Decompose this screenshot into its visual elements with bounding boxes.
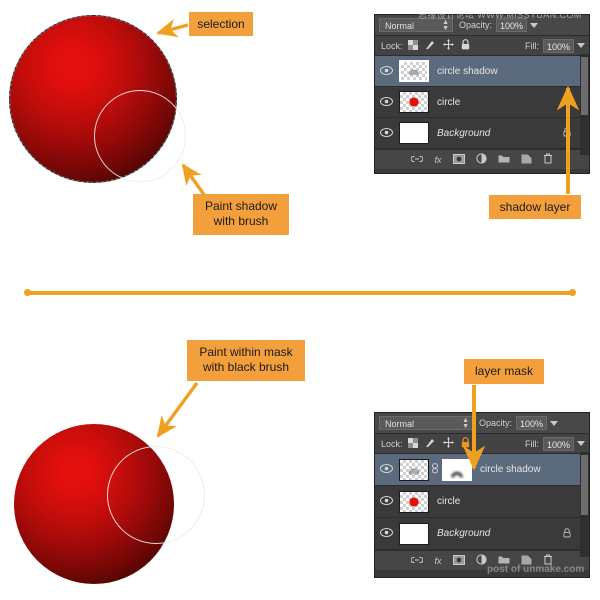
delete-layer-icon[interactable] — [543, 554, 553, 567]
blend-mode-value-top: Normal — [385, 21, 414, 31]
layer-list-top: circle shadow circle Background — [375, 56, 589, 149]
add-mask-icon[interactable] — [453, 555, 465, 567]
chevron-down-icon[interactable] — [550, 421, 558, 426]
opacity-value-bottom[interactable]: 100% — [516, 416, 547, 430]
chevron-down-icon[interactable] — [577, 441, 585, 446]
layer-name: circle shadow — [480, 464, 541, 475]
blend-mode-select-top[interactable]: Normal ▲▼ — [379, 18, 453, 32]
lock-label-bottom: Lock: — [381, 439, 403, 449]
layer-name: Background — [437, 528, 490, 539]
transparency-lock-icon[interactable] — [408, 438, 418, 450]
layer-thumbnail[interactable] — [399, 122, 429, 144]
layer-thumbnail[interactable] — [399, 60, 429, 82]
callout-paint-shadow: Paint shadow with brush — [193, 194, 289, 235]
blend-mode-value-bottom: Normal — [385, 419, 414, 429]
chevron-down-icon[interactable] — [530, 23, 538, 28]
table-row[interactable]: circle shadow — [375, 56, 589, 87]
mask-link-icon[interactable] — [429, 463, 440, 476]
spinner-icon[interactable]: ▲▼ — [462, 418, 469, 430]
layer-name: circle shadow — [437, 66, 498, 77]
tutorial-stage: selection Paint shadow with brush shadow… — [0, 0, 600, 600]
eye-icon[interactable] — [375, 97, 397, 108]
layer-name: circle — [437, 496, 460, 507]
divider-dot-left — [24, 289, 31, 296]
eye-icon[interactable] — [375, 464, 397, 475]
bottom-canvas-sphere — [12, 418, 212, 598]
layer-toolbar-top: fx — [375, 149, 589, 169]
blend-mode-select-bottom[interactable]: Normal ▲▼ — [379, 416, 473, 430]
section-divider — [27, 291, 573, 295]
transparency-lock-icon[interactable] — [408, 40, 418, 52]
fx-icon[interactable]: fx — [434, 155, 441, 165]
spinner-icon[interactable]: ▲▼ — [442, 20, 449, 32]
lock-label-top: Lock: — [381, 41, 403, 51]
fill-label-top: Fill: — [525, 41, 539, 51]
top-canvas-sphere — [8, 14, 198, 186]
all-lock-icon[interactable] — [461, 39, 470, 52]
fill-label-bottom: Fill: — [525, 439, 539, 449]
link-layers-icon[interactable] — [411, 155, 423, 165]
link-layers-icon[interactable] — [411, 556, 423, 566]
blend-opacity-row-bottom: Normal ▲▼ Opacity: 100% — [375, 413, 589, 434]
brush-cursor-bottom[interactable] — [107, 446, 205, 544]
add-mask-icon[interactable] — [453, 154, 465, 166]
layer-thumbnail[interactable] — [399, 459, 429, 481]
layer-mask-thumbnail[interactable] — [442, 459, 472, 481]
eye-icon[interactable] — [375, 128, 397, 139]
chevron-down-icon[interactable] — [577, 43, 585, 48]
all-lock-icon[interactable] — [461, 437, 470, 450]
fill-value-bottom[interactable]: 100% — [543, 437, 574, 451]
panel-scrollbar-thumb[interactable] — [581, 57, 588, 115]
position-lock-icon[interactable] — [443, 437, 454, 450]
new-layer-icon[interactable] — [521, 154, 532, 166]
layer-thumbnail[interactable] — [399, 91, 429, 113]
lock-fill-row-bottom: Lock: Fill: 100% — [375, 434, 589, 454]
lock-icon — [563, 528, 571, 540]
table-row[interactable]: circle — [375, 486, 589, 518]
opacity-value-top[interactable]: 100% — [496, 18, 527, 32]
layers-panel-top[interactable]: Normal ▲▼ Opacity: 100% Lock: — [374, 14, 590, 174]
layer-thumbnail[interactable] — [399, 491, 429, 513]
eye-icon[interactable] — [375, 66, 397, 77]
eye-icon[interactable] — [375, 496, 397, 507]
adjustment-layer-icon[interactable] — [476, 554, 487, 567]
layer-list-bottom: circle shadow circle Background — [375, 454, 589, 550]
blend-opacity-row-top: Normal ▲▼ Opacity: 100% — [375, 15, 589, 36]
brush-cursor-top[interactable] — [94, 90, 186, 182]
layer-toolbar-bottom: fx — [375, 550, 589, 570]
position-lock-icon[interactable] — [443, 39, 454, 52]
table-row[interactable]: Background — [375, 118, 589, 149]
callout-paint-within-mask: Paint within mask with black brush — [187, 340, 305, 381]
delete-layer-icon[interactable] — [543, 153, 553, 166]
callout-shadow-layer: shadow layer — [489, 195, 581, 219]
divider-dot-right — [569, 289, 576, 296]
layer-name: Background — [437, 128, 490, 139]
callout-selection: selection — [189, 12, 253, 36]
new-layer-icon[interactable] — [521, 555, 532, 567]
table-row[interactable]: circle — [375, 87, 589, 118]
opacity-label-top: Opacity: — [459, 20, 492, 30]
table-row[interactable]: circle shadow — [375, 454, 589, 486]
layer-name: circle — [437, 97, 460, 108]
lock-fill-row-top: Lock: Fill: 100% — [375, 36, 589, 56]
fill-value-top[interactable]: 100% — [543, 39, 574, 53]
adjustment-layer-icon[interactable] — [476, 153, 487, 166]
layers-panel-bottom[interactable]: Normal ▲▼ Opacity: 100% Lock: — [374, 412, 590, 578]
panel-scrollbar-thumb[interactable] — [581, 455, 588, 515]
new-group-icon[interactable] — [498, 555, 510, 566]
eye-icon[interactable] — [375, 528, 397, 539]
opacity-label-bottom: Opacity: — [479, 418, 512, 428]
table-row[interactable]: Background — [375, 518, 589, 550]
fx-icon[interactable]: fx — [434, 556, 441, 566]
layer-thumbnail[interactable] — [399, 523, 429, 545]
lock-icon — [563, 127, 571, 139]
image-lock-icon[interactable] — [425, 437, 436, 450]
image-lock-icon[interactable] — [425, 39, 436, 52]
new-group-icon[interactable] — [498, 154, 510, 165]
callout-layer-mask: layer mask — [464, 359, 544, 384]
